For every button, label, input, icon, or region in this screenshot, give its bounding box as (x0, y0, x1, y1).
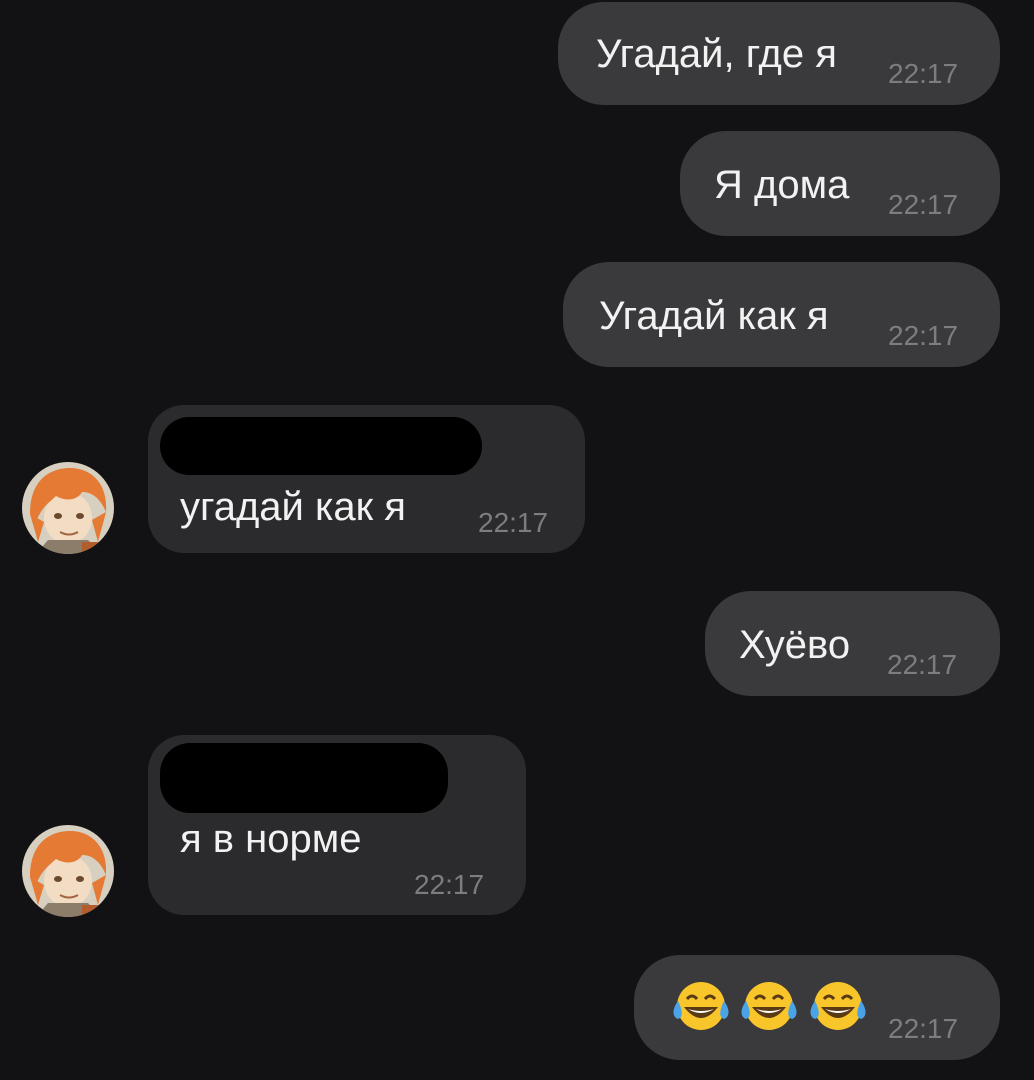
message-time: 22:17 (888, 58, 959, 89)
sender-avatar[interactable] (22, 462, 114, 554)
face-with-tears-of-joy-icon (740, 979, 798, 1035)
redacted-sender-name (160, 743, 448, 813)
message-text: я в норме (180, 817, 362, 861)
outgoing-message[interactable]: Угадай как я 22:17 (563, 262, 1000, 367)
outgoing-message[interactable]: Хуёво 22:17 (705, 591, 1000, 696)
redacted-sender-name (160, 417, 482, 475)
anime-avatar-icon (22, 825, 114, 917)
face-with-tears-of-joy-icon (672, 979, 730, 1035)
message-time: 22:17 (414, 869, 485, 900)
message-time: 22:17 (888, 320, 959, 351)
message-text: угадай как я (180, 485, 406, 529)
outgoing-message[interactable]: Угадай, где я 22:17 (558, 2, 1000, 105)
message-time: 22:17 (887, 649, 958, 680)
incoming-message[interactable]: угадай как я 22:17 (148, 405, 585, 553)
sender-avatar[interactable] (22, 825, 114, 917)
anime-avatar-icon (22, 462, 114, 554)
outgoing-message[interactable]: 22:17 (634, 955, 1000, 1060)
message-time: 22:17 (888, 189, 959, 220)
message-time: 22:17 (478, 507, 549, 538)
message-emoji (672, 979, 873, 1035)
message-text: Угадай как я (599, 294, 829, 338)
message-time: 22:17 (888, 1013, 959, 1044)
incoming-message[interactable]: я в норме 22:17 (148, 735, 526, 915)
message-text: Я дома (714, 163, 850, 207)
face-with-tears-of-joy-icon (809, 979, 867, 1035)
outgoing-message[interactable]: Я дома 22:17 (680, 131, 1000, 236)
message-text: Угадай, где я (596, 32, 837, 76)
message-text: Хуёво (739, 623, 851, 667)
